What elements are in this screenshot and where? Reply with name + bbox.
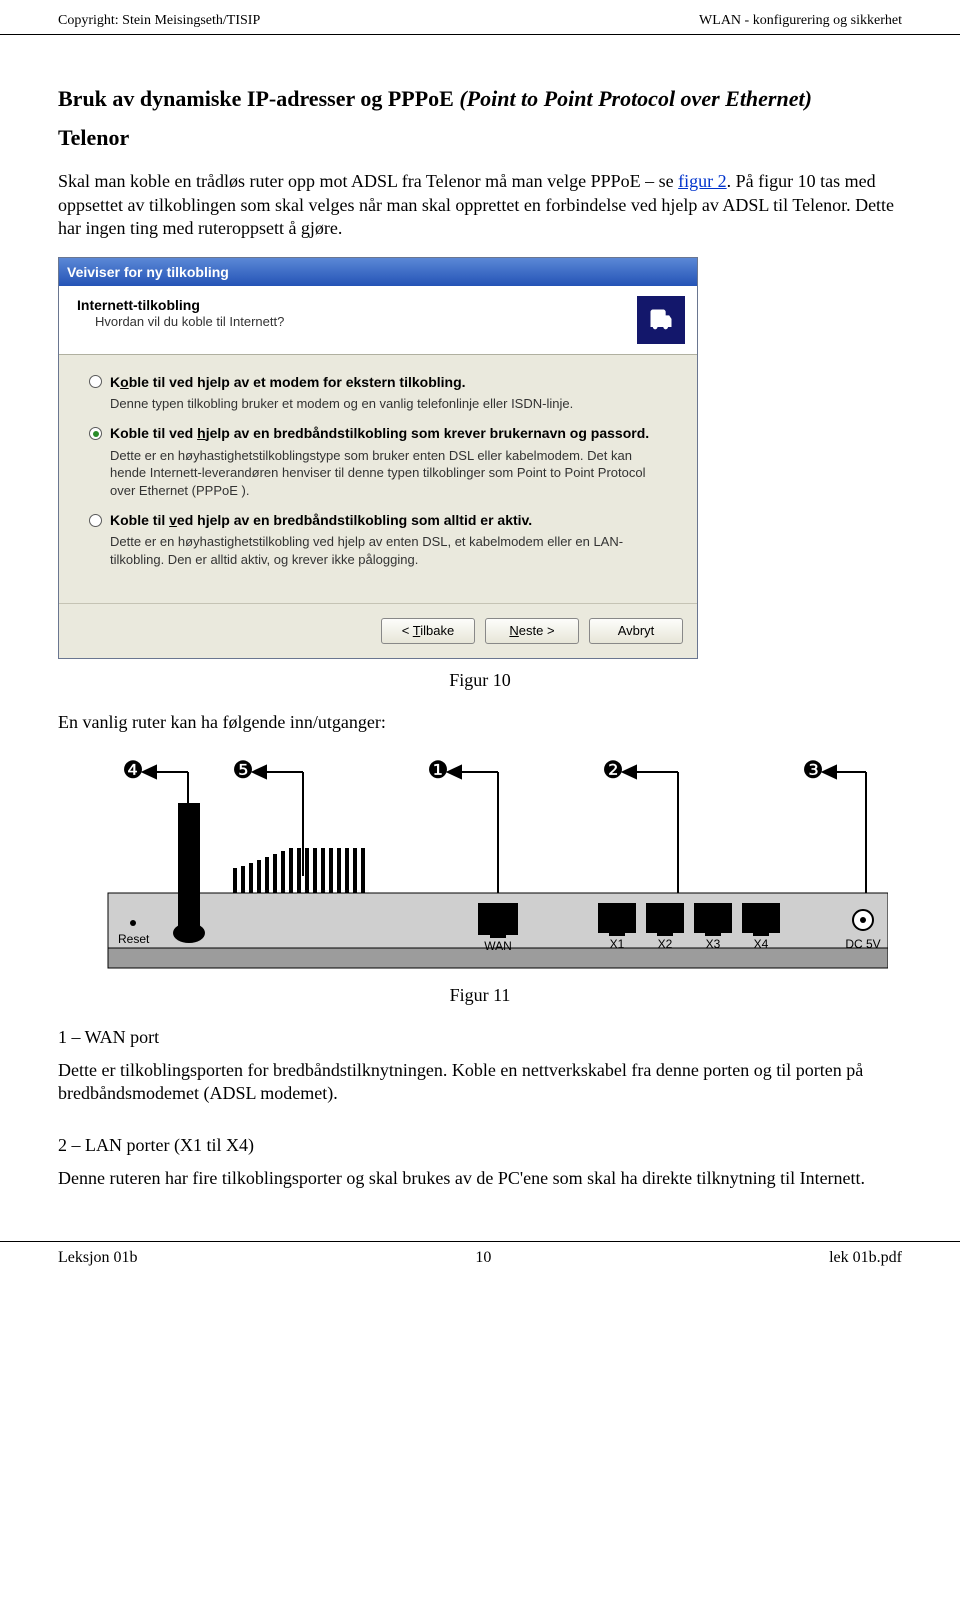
label-reset: Reset (118, 932, 150, 946)
page-title: Bruk av dynamiske IP-adresser og PPPoE (… (58, 85, 902, 114)
option-modem-label: Koble til ved hjelp av et modem for ekst… (110, 373, 466, 391)
callout-2-icon: ❷ (602, 757, 624, 784)
subheading-telenor: Telenor (58, 124, 902, 153)
figure11-caption: Figur 11 (58, 984, 902, 1007)
label-x2: X2 (658, 937, 673, 951)
callout-5-icon: ❺ (232, 757, 254, 784)
option-broadband-always-label: Koble til ved hjelp av en bredbåndstilko… (110, 511, 532, 529)
wizard-button-bar: < Tilbake Neste > Avbryt (59, 603, 697, 659)
option-broadband-auth-label: Koble til ved hjelp av en bredbåndstilko… (110, 424, 649, 442)
label-dc5v: DC 5V (845, 937, 880, 951)
label-x4: X4 (754, 937, 769, 951)
option-modem[interactable]: Koble til ved hjelp av et modem for ekst… (89, 373, 667, 413)
next-button[interactable]: Neste > (485, 618, 579, 645)
router-intro: En vanlig ruter kan ha følgende inn/utga… (58, 711, 902, 734)
section-lan-title: 2 – LAN porter (X1 til X4) (58, 1134, 902, 1157)
option-broadband-auth[interactable]: Koble til ved hjelp av en bredbåndstilko… (89, 424, 667, 499)
radio-unchecked-icon[interactable] (89, 375, 102, 388)
p1a: Skal man koble en trådløs ruter opp mot … (58, 171, 678, 191)
footer-left: Leksjon 01b (58, 1248, 138, 1269)
radio-checked-icon[interactable] (89, 427, 102, 440)
page-header: Copyright: Stein Meisingseth/TISIP WLAN … (0, 0, 960, 35)
back-button[interactable]: < Tilbake (381, 618, 475, 645)
figure10-caption: Figur 10 (58, 669, 902, 692)
option-broadband-always-desc: Dette er en høyhastighetstilkobling ved … (110, 533, 667, 568)
radio-unchecked-icon[interactable] (89, 514, 102, 527)
section-wan-body: Dette er tilkoblingsporten for bredbånds… (58, 1059, 902, 1106)
label-x3: X3 (706, 937, 721, 951)
header-left: Copyright: Stein Meisingseth/TISIP (58, 12, 260, 30)
option-broadband-auth-desc: Dette er en høyhastighetstilkoblingstype… (110, 447, 667, 500)
label-wan: WAN (484, 939, 512, 953)
section-lan-body: Denne ruteren har fire tilkoblingsporter… (58, 1167, 902, 1190)
router-diagram: ❹ ❺ ❶ ❷ ❸ (58, 748, 902, 978)
option-broadband-always[interactable]: Koble til ved hjelp av en bredbåndstilko… (89, 511, 667, 568)
cancel-button[interactable]: Avbryt (589, 618, 683, 645)
content-area: Bruk av dynamiske IP-adresser og PPPoE (… (0, 85, 960, 1190)
page-footer: Leksjon 01b 10 lek 01b.pdf (0, 1241, 960, 1283)
footer-center: 10 (475, 1248, 491, 1269)
wizard-titlebar: Veiviser for ny tilkobling (59, 258, 697, 286)
wizard-banner: Internett-tilkobling Hvordan vil du kobl… (59, 286, 697, 355)
callout-4-icon: ❹ (122, 757, 144, 784)
title-italic: (Point to Point Protocol over Ethernet) (459, 86, 812, 111)
wizard-dialog: Veiviser for ny tilkobling Internett-til… (58, 257, 698, 660)
label-x1: X1 (610, 937, 625, 951)
footer-right: lek 01b.pdf (829, 1248, 902, 1269)
title-plain: Bruk av dynamiske IP-adresser og PPPoE (58, 86, 459, 111)
callout-3-icon: ❸ (802, 757, 824, 784)
callout-1-icon: ❶ (427, 757, 449, 784)
wizard-banner-title: Internett-tilkobling (77, 296, 637, 314)
link-figur2[interactable]: figur 2 (678, 171, 727, 191)
option-modem-desc: Denne typen tilkobling bruker et modem o… (110, 395, 667, 413)
header-right: WLAN - konfigurering og sikkerhet (699, 12, 902, 30)
network-icon (637, 296, 685, 344)
wizard-body: Koble til ved hjelp av et modem for ekst… (59, 355, 697, 603)
wizard-banner-sub: Hvordan vil du koble til Internett? (77, 314, 637, 331)
intro-paragraph: Skal man koble en trådløs ruter opp mot … (58, 170, 902, 240)
section-wan-title: 1 – WAN port (58, 1026, 902, 1049)
